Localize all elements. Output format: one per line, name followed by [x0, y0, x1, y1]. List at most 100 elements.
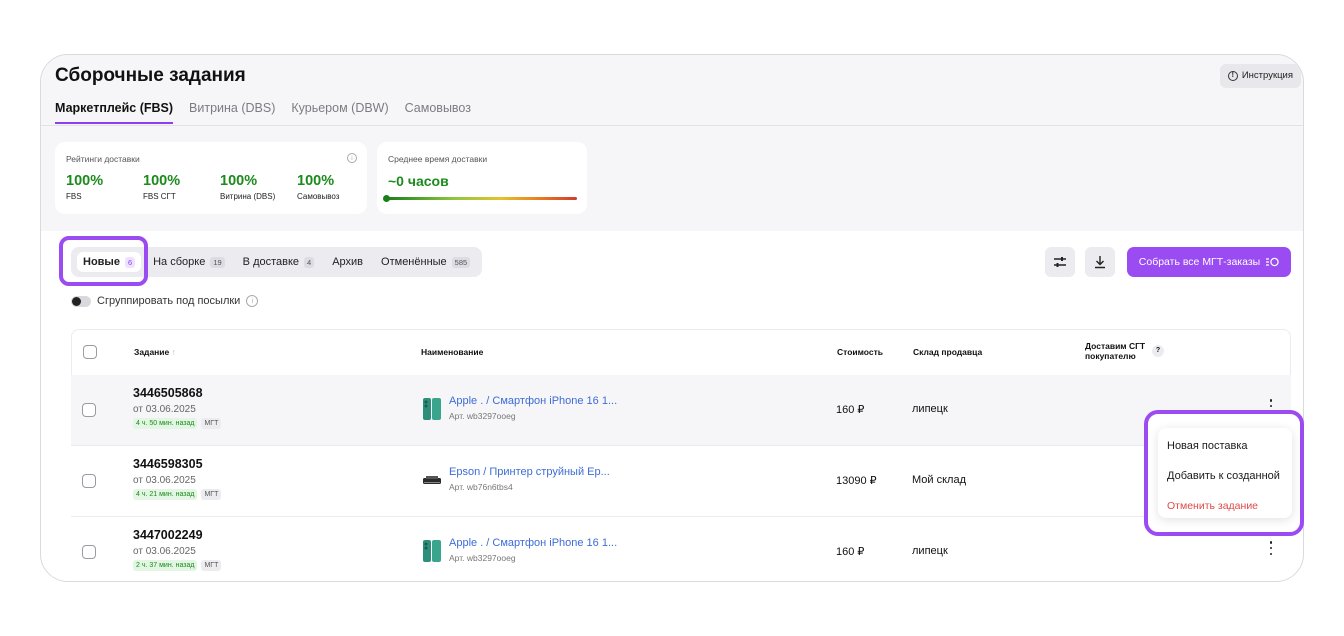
row-checkbox[interactable]: [82, 474, 96, 488]
rating-value: 100%: [143, 173, 181, 189]
status-tab-archive[interactable]: Архив: [326, 252, 369, 272]
collect-label: Собрать все МГТ-заказы: [1138, 256, 1261, 268]
table-row[interactable]: 3447002249 от 03.06.2025 2 ч. 37 мин. на…: [71, 517, 1291, 581]
tab-pickup[interactable]: Самовывоз: [405, 101, 471, 124]
order-price: 160 ₽: [836, 546, 865, 558]
orders-panel: Новые 6 На сборке 19 В доставке 4 Архив …: [41, 231, 1303, 581]
order-id: 3447002249: [133, 528, 203, 542]
status-tab-count: 585: [451, 256, 471, 268]
avg-delivery-value: ~0 часов: [388, 173, 449, 189]
time-badge: 4 ч. 50 мин. назад: [133, 418, 198, 429]
tab-dbw[interactable]: Курьером (DBW): [291, 101, 388, 124]
row-checkbox[interactable]: [82, 545, 96, 559]
order-warehouse: липецк: [912, 545, 948, 557]
product-link[interactable]: Apple . / Смартфон iPhone 16 1...: [449, 537, 617, 549]
product-article: Арт. wb76n6tbs4: [449, 482, 513, 492]
order-price: 160 ₽: [836, 404, 865, 416]
group-toggle-switch[interactable]: [71, 295, 91, 307]
rating-value: 100%: [220, 173, 258, 189]
status-tab-label: Отменённые: [381, 256, 447, 268]
rating-value: 100%: [66, 173, 104, 189]
menu-item-cancel-task[interactable]: Отменить задание: [1167, 500, 1258, 512]
row-checkbox[interactable]: [82, 403, 96, 417]
table-row[interactable]: 3446505868 от 03.06.2025 4 ч. 50 мин. на…: [71, 375, 1291, 446]
group-toggle-label: Сгруппировать под посылки: [97, 295, 241, 307]
order-warehouse: липецк: [912, 403, 948, 415]
header-task[interactable]: Задание ↑: [134, 347, 176, 357]
rating-label: Самовывоз: [297, 192, 340, 201]
order-date: от 03.06.2025: [133, 546, 196, 557]
avg-delivery-card: Среднее время доставки ~0 часов: [377, 142, 587, 214]
tab-fbs[interactable]: Маркетплейс (FBS): [55, 101, 174, 124]
header-name: Наименование: [421, 347, 484, 357]
rating-fbs: 100% FBS: [66, 173, 103, 201]
download-icon: [1095, 256, 1105, 269]
header-warehouse: Склад продавца: [913, 347, 983, 357]
order-date: от 03.06.2025: [133, 475, 196, 486]
context-menu-highlight: Новая поставка Добавить к созданной Отме…: [1144, 410, 1304, 536]
ratings-label: Рейтинги доставки: [66, 154, 140, 164]
order-id: 3446598305: [133, 457, 203, 471]
tab-dbs[interactable]: Витрина (DBS): [189, 101, 275, 124]
help-icon[interactable]: ?: [1152, 345, 1164, 357]
avg-delivery-label: Среднее время доставки: [388, 154, 488, 164]
mgt-badge: МГТ: [201, 489, 222, 500]
menu-item-new-supply[interactable]: Новая поставка: [1167, 440, 1248, 452]
order-badges: 4 ч. 21 мин. назад МГТ: [133, 489, 222, 500]
filter-button[interactable]: [1045, 247, 1075, 277]
order-id: 3446505868: [133, 386, 203, 400]
collect-all-mgt-button[interactable]: Собрать все МГТ-заказы: [1127, 247, 1291, 277]
order-badges: 2 ч. 37 мин. назад МГТ: [133, 560, 222, 571]
table-row[interactable]: 3446598305 от 03.06.2025 4 ч. 21 мин. на…: [71, 446, 1291, 517]
mgt-badge: МГТ: [201, 418, 222, 429]
delivery-ratings-card: Рейтинги доставки i 100% FBS 100% FBS СГ…: [55, 142, 367, 214]
menu-item-add-to-existing[interactable]: Добавить к созданной: [1167, 470, 1280, 482]
more-options-icon[interactable]: [1267, 541, 1275, 555]
order-date: от 03.06.2025: [133, 404, 196, 415]
info-icon[interactable]: i: [246, 295, 259, 307]
mgt-badge: МГТ: [201, 560, 222, 571]
delivery-gradient-bar: [387, 197, 577, 200]
phone-thumbnail: [423, 540, 441, 562]
header-sgt-line2: покупателю: [1085, 351, 1136, 361]
rating-label: FBS: [66, 192, 82, 201]
highlight-outline: [59, 236, 148, 286]
instruction-button[interactable]: ! Инструкция: [1219, 64, 1301, 88]
delivery-indicator-dot: [383, 195, 390, 202]
rating-value: 100%: [297, 173, 335, 189]
info-icon[interactable]: i: [347, 153, 357, 163]
status-tab-count: 4: [304, 256, 315, 268]
status-tab-delivery[interactable]: В доставке 4: [237, 252, 321, 272]
rating-label: FBS СГТ: [143, 192, 176, 201]
context-menu: Новая поставка Добавить к созданной Отме…: [1158, 428, 1292, 518]
fulfillment-tabs: Маркетплейс (FBS) Витрина (DBS) Курьером…: [55, 101, 471, 124]
product-link[interactable]: Apple . / Смартфон iPhone 16 1...: [449, 395, 617, 407]
status-tab-label: На сборке: [153, 256, 206, 268]
select-all-checkbox[interactable]: [83, 345, 97, 359]
instruction-label: Инструкция: [1241, 70, 1293, 81]
status-tab-cancelled[interactable]: Отменённые 585: [375, 252, 476, 272]
rating-label: Витрина (DBS): [220, 192, 276, 201]
orders-table: Задание ↑ Наименование Стоимость Склад п…: [71, 329, 1291, 581]
phone-thumbnail: [423, 398, 441, 420]
table-header: Задание ↑ Наименование Стоимость Склад п…: [71, 329, 1291, 375]
sliders-icon: [1054, 257, 1066, 267]
product-article: Арт. wb3297ooeg: [449, 553, 516, 563]
time-badge: 4 ч. 21 мин. назад: [133, 489, 198, 500]
header-price: Стоимость: [837, 347, 883, 357]
order-price: 13090 ₽: [836, 475, 877, 487]
header-sgt-line1: Доставим СГТ: [1085, 341, 1146, 351]
status-tab-assembly[interactable]: На сборке 19: [147, 252, 231, 272]
order-badges: 4 ч. 50 мин. назад МГТ: [133, 418, 222, 429]
status-tab-label: В доставке: [242, 256, 300, 268]
header-task-label: Задание: [134, 347, 170, 357]
product-article: Арт. wb3297ooeg: [449, 411, 516, 421]
page-title: Сборочные задания: [55, 65, 246, 86]
status-tab-label: Архив: [332, 256, 364, 268]
info-icon: !: [1227, 71, 1238, 81]
status-tab-count: 19: [210, 256, 225, 268]
app-window: Сборочные задания ! Инструкция Маркетпле…: [40, 54, 1304, 582]
product-link[interactable]: Epson / Принтер струйный Ep...: [449, 466, 610, 478]
group-by-parcel: Сгруппировать под посылки i: [71, 295, 259, 307]
download-button[interactable]: [1085, 247, 1115, 277]
